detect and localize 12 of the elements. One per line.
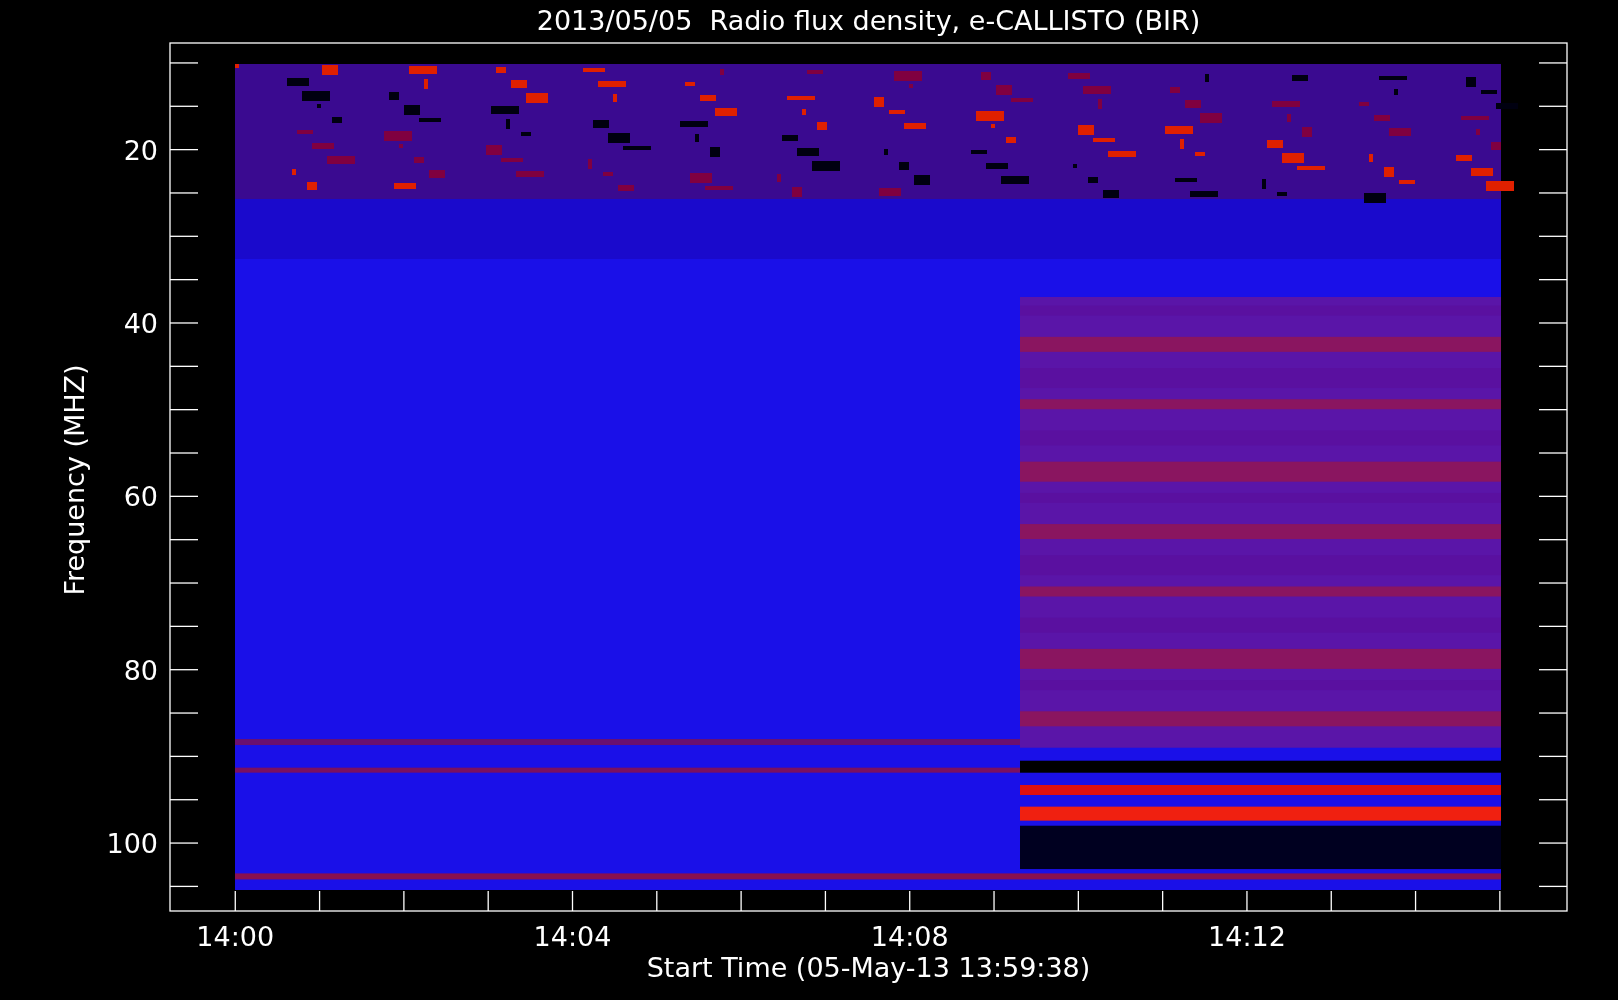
tick-label: 60 [123,481,158,513]
axis-label: Frequency (MHZ) [59,364,90,596]
tick-label: 14:12 [1208,921,1286,952]
tick-label: 80 [123,654,158,686]
tick-label: 14:08 [870,921,949,952]
tick-label: 20 [123,134,158,166]
tick-label: 14:00 [196,921,275,952]
tick-label: 14:04 [533,921,612,952]
tick-label: 40 [123,308,158,339]
chart-title: 2013/05/05 Radio flux density, e-CALLISTO (BIR) [536,5,1201,36]
axis-label: Start Time (05-May-13 13:59:38) [646,952,1091,983]
tick-label: 100 [106,828,158,860]
